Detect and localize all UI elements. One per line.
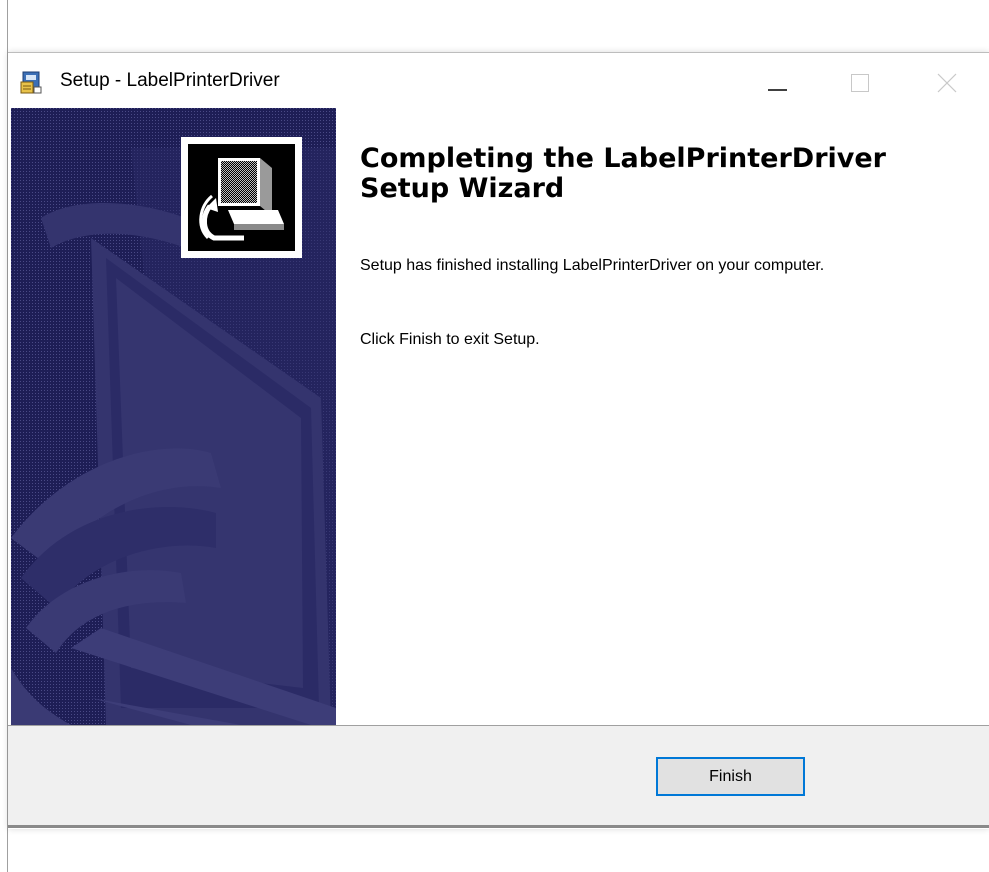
- window-title: Setup - LabelPrinterDriver: [60, 70, 280, 91]
- wizard-icon-frame: [181, 137, 302, 258]
- finish-button-label: Finish: [659, 760, 802, 793]
- screen: Setup - LabelPrinterDriver Completing th…: [0, 0, 989, 872]
- setup-installer-icon: [18, 69, 44, 95]
- minimize-button[interactable]: [743, 53, 813, 108]
- computer-install-icon: [188, 144, 295, 251]
- close-button[interactable]: [913, 53, 983, 108]
- exit-instruction: Click Finish to exit Setup.: [360, 331, 540, 348]
- maximize-icon: [851, 74, 869, 92]
- close-icon: [937, 73, 957, 93]
- wizard-content: Completing the LabelPrinterDriver Setup …: [336, 108, 989, 725]
- finish-button[interactable]: Finish: [656, 757, 805, 796]
- minimize-icon: [768, 89, 787, 91]
- maximize-button[interactable]: [826, 53, 896, 108]
- wizard-side-banner: [11, 108, 336, 725]
- button-bar: Finish: [8, 726, 989, 825]
- finished-message: Setup has finished installing LabelPrint…: [360, 257, 825, 274]
- page-title: Completing the LabelPrinterDriver Setup …: [360, 143, 886, 204]
- setup-wizard-window: Setup - LabelPrinterDriver Completing th…: [8, 52, 989, 829]
- window-bottom-edge: [8, 825, 989, 828]
- title-bar[interactable]: Setup - LabelPrinterDriver: [8, 53, 989, 108]
